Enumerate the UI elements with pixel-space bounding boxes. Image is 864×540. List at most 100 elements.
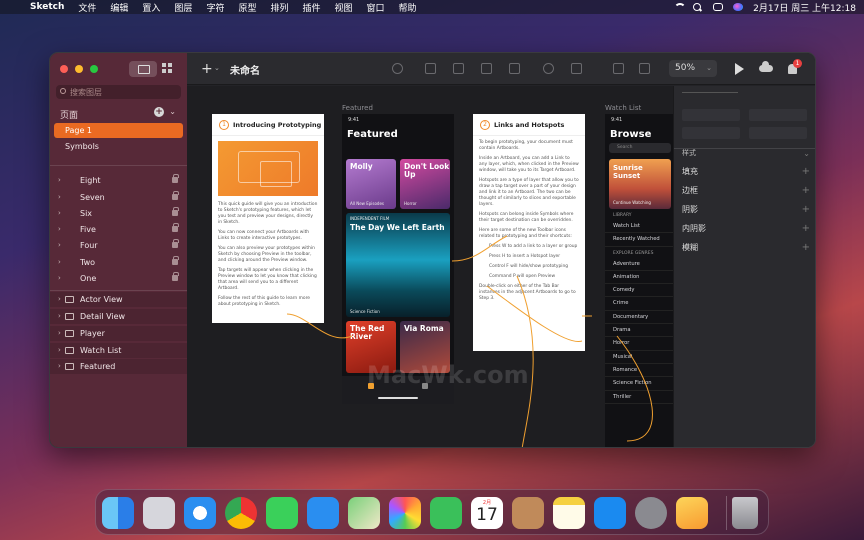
artboard-featured[interactable]: › Featured bbox=[50, 359, 187, 374]
notes-icon[interactable] bbox=[553, 497, 585, 529]
disclosure-icon[interactable]: › bbox=[58, 255, 61, 270]
siri-icon[interactable] bbox=[733, 3, 744, 11]
app-store-icon[interactable] bbox=[594, 497, 626, 529]
lock-icon[interactable] bbox=[172, 239, 179, 248]
disclosure-icon[interactable]: › bbox=[58, 238, 61, 253]
mail-icon[interactable] bbox=[307, 497, 339, 529]
disclosure-icon[interactable]: › bbox=[58, 206, 61, 221]
cloud-icon[interactable] bbox=[759, 61, 773, 72]
menu-view[interactable]: 视图 bbox=[335, 1, 353, 14]
menu-file[interactable]: 文件 bbox=[78, 1, 96, 14]
menu-plugins[interactable]: 插件 bbox=[302, 1, 320, 14]
inspector-row-inner-shadow[interactable]: 内阴影 + bbox=[674, 219, 815, 238]
inspector-row-blur[interactable]: 模糊 + bbox=[674, 238, 815, 257]
menu-help[interactable]: 帮助 bbox=[399, 1, 417, 14]
search-icon[interactable] bbox=[693, 3, 703, 11]
inspector-row-fill[interactable]: 填充 + bbox=[674, 162, 815, 181]
artboard-watch-list[interactable]: › Watch List bbox=[50, 343, 187, 358]
disclosure-icon[interactable]: › bbox=[58, 326, 61, 341]
lock-icon[interactable] bbox=[172, 256, 179, 265]
control-center-icon[interactable] bbox=[713, 3, 724, 11]
disclosure-icon[interactable]: › bbox=[58, 271, 61, 286]
sketch-icon[interactable] bbox=[676, 497, 708, 529]
insert-plus-icon[interactable]: + bbox=[201, 61, 213, 77]
safari-icon[interactable] bbox=[184, 497, 216, 529]
menu-app-name[interactable]: Sketch bbox=[30, 2, 64, 12]
add-icon[interactable]: + bbox=[802, 219, 810, 238]
disclosure-icon[interactable]: › bbox=[58, 190, 61, 205]
disclosure-icon[interactable]: › bbox=[58, 222, 61, 237]
lock-icon[interactable] bbox=[172, 191, 179, 200]
menu-edit[interactable]: 编辑 bbox=[110, 1, 128, 14]
layer-five[interactable]: › Five bbox=[50, 222, 187, 237]
artboard-actor-view[interactable]: › Actor View bbox=[50, 292, 187, 307]
artboard-player[interactable]: › Player bbox=[50, 326, 187, 341]
launchpad-icon[interactable] bbox=[143, 497, 175, 529]
lock-icon[interactable] bbox=[172, 207, 179, 216]
forward-icon[interactable] bbox=[613, 63, 624, 74]
zoom-select[interactable]: 50% ⌄ bbox=[669, 60, 717, 77]
lock-icon[interactable] bbox=[172, 272, 179, 281]
minimize-button[interactable] bbox=[75, 65, 83, 73]
alignment-tools[interactable] bbox=[682, 92, 738, 102]
page-item-symbols[interactable]: Symbols bbox=[54, 139, 183, 154]
disclosure-icon[interactable]: › bbox=[58, 292, 61, 307]
fullscreen-button[interactable] bbox=[90, 65, 98, 73]
x-field[interactable] bbox=[682, 109, 740, 121]
add-icon[interactable]: + bbox=[802, 200, 810, 219]
disclosure-icon[interactable]: › bbox=[58, 343, 61, 358]
components-grid-icon[interactable] bbox=[162, 63, 173, 74]
lock-icon[interactable] bbox=[172, 223, 179, 232]
backward-icon[interactable] bbox=[639, 63, 650, 74]
add-icon[interactable]: + bbox=[802, 238, 810, 257]
flatten-icon[interactable] bbox=[509, 63, 520, 74]
height-field[interactable] bbox=[749, 127, 807, 139]
layer-eight[interactable]: › Eight bbox=[50, 173, 187, 188]
wifi-icon[interactable] bbox=[673, 3, 687, 11]
menu-prototype[interactable]: 原型 bbox=[238, 1, 256, 14]
menu-text[interactable]: 字符 bbox=[206, 1, 224, 14]
layer-search-input[interactable]: 搜索图层 bbox=[56, 85, 181, 99]
mask-icon[interactable] bbox=[543, 63, 554, 74]
layers-panel-toggle[interactable] bbox=[129, 61, 157, 77]
menu-arrange[interactable]: 排列 bbox=[270, 1, 288, 14]
disclosure-icon[interactable]: › bbox=[58, 359, 61, 374]
system-preferences-icon[interactable] bbox=[635, 497, 667, 529]
chevron-down-icon[interactable]: ⌄ bbox=[169, 107, 176, 116]
photos-icon[interactable] bbox=[389, 497, 421, 529]
chrome-icon[interactable] bbox=[225, 497, 257, 529]
y-field[interactable] bbox=[749, 109, 807, 121]
add-icon[interactable]: + bbox=[802, 181, 810, 200]
close-button[interactable] bbox=[60, 65, 68, 73]
preview-play-icon[interactable] bbox=[735, 63, 744, 75]
layer-seven[interactable]: › Seven bbox=[50, 190, 187, 205]
document-title[interactable]: 未命名 bbox=[230, 62, 260, 77]
menu-window[interactable]: 窗口 bbox=[367, 1, 385, 14]
layer-one[interactable]: › One bbox=[50, 271, 187, 286]
inspector-row-border[interactable]: 边框 + bbox=[674, 181, 815, 200]
contacts-icon[interactable] bbox=[512, 497, 544, 529]
messages-icon[interactable] bbox=[266, 497, 298, 529]
add-page-icon[interactable]: + bbox=[154, 107, 164, 117]
inspector-row-shadow[interactable]: 阴影 + bbox=[674, 200, 815, 219]
chevron-down-icon[interactable]: ⌄ bbox=[803, 144, 810, 163]
trash-icon[interactable] bbox=[732, 497, 758, 529]
align-horizontal-icon[interactable] bbox=[425, 63, 436, 74]
calendar-icon[interactable]: 2月 17 bbox=[471, 497, 503, 529]
disclosure-icon[interactable]: › bbox=[58, 309, 61, 324]
align-top-icon[interactable] bbox=[453, 63, 464, 74]
layer-six[interactable]: › Six bbox=[50, 206, 187, 221]
canvas[interactable]: 1 Introducing Prototyping This quick gui… bbox=[187, 86, 673, 447]
disclosure-icon[interactable]: › bbox=[58, 173, 61, 188]
menu-layer[interactable]: 图层 bbox=[174, 1, 192, 14]
page-item-page-1[interactable]: Page 1 bbox=[54, 123, 183, 138]
width-field[interactable] bbox=[682, 127, 740, 139]
facetime-icon[interactable] bbox=[430, 497, 462, 529]
finder-icon[interactable] bbox=[102, 497, 134, 529]
scale-icon[interactable] bbox=[481, 63, 492, 74]
menu-clock[interactable]: 2月17日 周三 上午12:18 bbox=[753, 1, 856, 14]
maps-icon[interactable] bbox=[348, 497, 380, 529]
artboard-detail-view[interactable]: › Detail View bbox=[50, 309, 187, 324]
add-icon[interactable]: + bbox=[802, 162, 810, 181]
boolean-icon[interactable] bbox=[571, 63, 582, 74]
